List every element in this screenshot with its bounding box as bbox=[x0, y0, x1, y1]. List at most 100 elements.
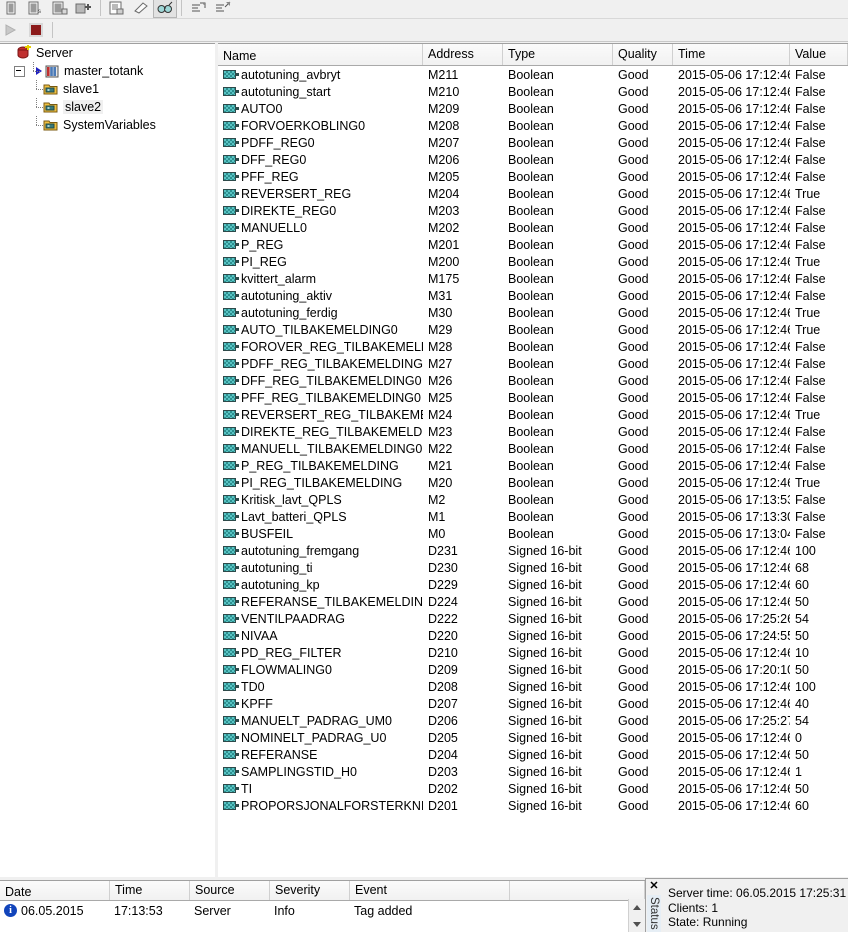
tree-item-systemvariables[interactable]: SystemVariables bbox=[0, 116, 215, 134]
table-row[interactable]: autotuning_kp D229 Signed 16-bit Good 2015-0… bbox=[218, 576, 848, 593]
table-row[interactable]: PROPORSJONALFORSTERKNING... D201 Signed 16… bbox=[218, 797, 848, 814]
table-row[interactable]: TI D202 Signed 16-bit Good 2015-05-06 17:12:… bbox=[218, 780, 848, 797]
table-row[interactable]: autotuning_aktiv M31 Boolean Good 2015-05-06… bbox=[218, 287, 848, 304]
table-row[interactable]: REVERSERT_REG_TILBAKEMEDIN... M24 Boolean G… bbox=[218, 406, 848, 423]
tree-item-server[interactable]: Server bbox=[0, 44, 215, 62]
tag-value-cell: True bbox=[795, 407, 821, 422]
tag-icon bbox=[223, 257, 239, 266]
log-column-header-severity[interactable]: Severity bbox=[270, 881, 350, 900]
column-header-quality[interactable]: Quality bbox=[613, 44, 673, 65]
table-row[interactable]: PDFF_REG0 M207 Boolean Good 2015-05-06 17:12… bbox=[218, 134, 848, 151]
log-column-header-time[interactable]: Time bbox=[110, 881, 190, 900]
table-row[interactable]: autotuning_ti D230 Signed 16-bit Good 2015-0… bbox=[218, 559, 848, 576]
table-row[interactable]: PFF_REG_TILBAKEMELDING0 M25 Boolean Good 201… bbox=[218, 389, 848, 406]
table-row[interactable]: PI_REG_TILBAKEMELDING M20 Boolean Good 2015-… bbox=[218, 474, 848, 491]
table-row[interactable]: MANUELT_PADRAG_UM0 D206 Signed 16-bit Good 2… bbox=[218, 712, 848, 729]
column-header-value[interactable]: Value bbox=[790, 44, 848, 65]
table-row[interactable]: DIREKTE_REG0 M203 Boolean Good 2015-05-06 17… bbox=[218, 202, 848, 219]
table-row[interactable]: PDFF_REG_TILBAKEMELDING M27 Boolean Good 201… bbox=[218, 355, 848, 372]
table-row[interactable]: FOROVER_REG_TILBAKEMELDING0 M28 Boolean Goo… bbox=[218, 338, 848, 355]
table-row[interactable]: FLOWMALING0 D209 Signed 16-bit Good 2015-05-… bbox=[218, 661, 848, 678]
table-row[interactable]: NOMINELT_PADRAG_U0 D205 Signed 16-bit Good 2… bbox=[218, 729, 848, 746]
table-row[interactable]: BUSFEIL M0 Boolean Good 2015-05-06 17:13:04 F… bbox=[218, 525, 848, 542]
table-row[interactable]: autotuning_start M210 Boolean Good 2015-05-0… bbox=[218, 83, 848, 100]
table-row[interactable]: autotuning_avbryt M211 Boolean Good 2015-05-… bbox=[218, 66, 848, 83]
log-scrollbar[interactable] bbox=[628, 899, 645, 932]
tag-quality-cell: Good bbox=[618, 594, 649, 609]
tree-item-master-totank[interactable]: master_totank bbox=[0, 62, 215, 80]
tag-quality-cell: Good bbox=[618, 390, 649, 405]
column-header-address[interactable]: Address bbox=[423, 44, 503, 65]
table-row[interactable]: KPFF D207 Signed 16-bit Good 2015-05-06 17:1… bbox=[218, 695, 848, 712]
add-device-icon[interactable] bbox=[72, 0, 96, 18]
tag-icon bbox=[223, 240, 239, 249]
table-row[interactable]: PD_REG_FILTER D210 Signed 16-bit Good 2015-0… bbox=[218, 644, 848, 661]
monitor-icon[interactable] bbox=[153, 0, 177, 18]
run-button[interactable] bbox=[0, 20, 24, 40]
table-row[interactable]: TD0 D208 Signed 16-bit Good 2015-05-06 17:12… bbox=[218, 678, 848, 695]
table-row[interactable]: REFERANSE_TILBAKEMELDING D224 Signed 16-bi… bbox=[218, 593, 848, 610]
tag-value-cell: True bbox=[795, 186, 821, 201]
table-row[interactable]: kvittert_alarm M175 Boolean Good 2015-05-06 … bbox=[218, 270, 848, 287]
table-row[interactable]: AUTO0 M209 Boolean Good 2015-05-06 17:12:46 F… bbox=[218, 100, 848, 117]
tag-address-cell: M1 bbox=[428, 509, 446, 524]
tag-table-body: autotuning_avbryt M211 Boolean Good 2015-05-… bbox=[218, 66, 848, 814]
table-row[interactable]: MANUELL_TILBAKEMELDING0 M22 Boolean Good 201… bbox=[218, 440, 848, 457]
event-log-panel[interactable]: Date Time Source Severity Event i 06.05.2… bbox=[0, 880, 645, 932]
export-icon[interactable] bbox=[210, 0, 234, 18]
scroll-down-icon[interactable] bbox=[629, 916, 645, 932]
log-column-header-date[interactable]: Date bbox=[0, 881, 110, 900]
tag-type-cell: Boolean bbox=[508, 288, 554, 303]
tag-type-cell: Boolean bbox=[508, 356, 554, 371]
collapse-expander-icon[interactable] bbox=[14, 65, 25, 77]
tag-quality-cell: Good bbox=[618, 424, 649, 439]
column-header-type[interactable]: Type bbox=[503, 44, 613, 65]
column-header-name[interactable]: Name bbox=[218, 44, 423, 65]
table-row[interactable]: autotuning_ferdig M30 Boolean Good 2015-05-0… bbox=[218, 304, 848, 321]
tag-name-cell: FOROVER_REG_TILBAKEMELDING0 bbox=[218, 340, 423, 354]
add-tag-group-icon[interactable] bbox=[48, 0, 72, 18]
add-tag-icon[interactable] bbox=[0, 0, 24, 18]
log-column-header-blank[interactable] bbox=[510, 881, 645, 900]
table-row[interactable]: PFF_REG M205 Boolean Good 2015-05-06 17:12:4… bbox=[218, 168, 848, 185]
table-row[interactable]: PI_REG M200 Boolean Good 2015-05-06 17:12:46… bbox=[218, 253, 848, 270]
column-header-time[interactable]: Time bbox=[673, 44, 790, 65]
table-row[interactable]: NIVAA D220 Signed 16-bit Good 2015-05-06 17:… bbox=[218, 627, 848, 644]
status-tab-label[interactable]: Status bbox=[647, 895, 661, 932]
table-row[interactable]: autotuning_fremgang D231 Signed 16-bit Good… bbox=[218, 542, 848, 559]
table-row[interactable]: DFF_REG_TILBAKEMELDING0 M26 Boolean Good 201… bbox=[218, 372, 848, 389]
table-row[interactable]: FORVOERKOBLING0 M208 Boolean Good 2015-05-06… bbox=[218, 117, 848, 134]
table-row[interactable]: MANUELL0 M202 Boolean Good 2015-05-06 17:12:… bbox=[218, 219, 848, 236]
properties-icon[interactable] bbox=[105, 0, 129, 18]
import-icon[interactable] bbox=[186, 0, 210, 18]
table-row[interactable]: AUTO_TILBAKEMELDING0 M29 Boolean Good 2015-0… bbox=[218, 321, 848, 338]
table-row[interactable]: Lavt_batteri_QPLS M1 Boolean Good 2015-05-06… bbox=[218, 508, 848, 525]
tag-address-cell: M0 bbox=[428, 526, 446, 541]
table-row[interactable]: DFF_REG0 M206 Boolean Good 2015-05-06 17:12:… bbox=[218, 151, 848, 168]
add-multiple-tags-icon[interactable]: s bbox=[24, 0, 48, 18]
status-panel: ✕ Status Server time: 06.05.2015 17:25:3… bbox=[645, 878, 848, 932]
close-icon[interactable]: ✕ bbox=[649, 881, 658, 892]
table-row[interactable]: REFERANSE D204 Signed 16-bit Good 2015-05-06… bbox=[218, 746, 848, 763]
table-row[interactable]: SAMPLINGSTID_H0 D203 Signed 16-bit Good 2015… bbox=[218, 763, 848, 780]
tag-value-cell: False bbox=[795, 356, 826, 371]
stop-button[interactable] bbox=[24, 20, 48, 40]
tag-quality-cell: Good bbox=[618, 560, 649, 575]
tree-item-slave2[interactable]: slave2 bbox=[0, 98, 215, 116]
tag-list-panel[interactable]: Name Address Type Quality Time Value aut… bbox=[218, 43, 848, 877]
table-row[interactable]: DIREKTE_REG_TILBAKEMELDING0 M23 Boolean Goo… bbox=[218, 423, 848, 440]
table-row[interactable]: P_REG_TILBAKEMELDING M21 Boolean Good 2015-0… bbox=[218, 457, 848, 474]
edit-icon[interactable] bbox=[129, 0, 153, 18]
log-row[interactable]: i 06.05.2015 17:13:53 Server Info Tag added bbox=[0, 901, 645, 920]
tag-quality-cell: Good bbox=[618, 475, 649, 490]
table-row[interactable]: VENTILPAADRAG D222 Signed 16-bit Good 2015-0… bbox=[218, 610, 848, 627]
project-tree[interactable]: Server master_totank slave1 slave2 Syste… bbox=[0, 43, 215, 877]
table-row[interactable]: P_REG M201 Boolean Good 2015-05-06 17:12:46 F… bbox=[218, 236, 848, 253]
tree-item-slave1[interactable]: slave1 bbox=[0, 80, 215, 98]
table-row[interactable]: REVERSERT_REG M204 Boolean Good 2015-05-06 1… bbox=[218, 185, 848, 202]
table-row[interactable]: Kritisk_lavt_QPLS M2 Boolean Good 2015-05-06… bbox=[218, 491, 848, 508]
log-column-header-source[interactable]: Source bbox=[190, 881, 270, 900]
log-column-header-event[interactable]: Event bbox=[350, 881, 510, 900]
scroll-up-icon[interactable] bbox=[629, 899, 645, 915]
tag-quality-cell: Good bbox=[618, 305, 649, 320]
